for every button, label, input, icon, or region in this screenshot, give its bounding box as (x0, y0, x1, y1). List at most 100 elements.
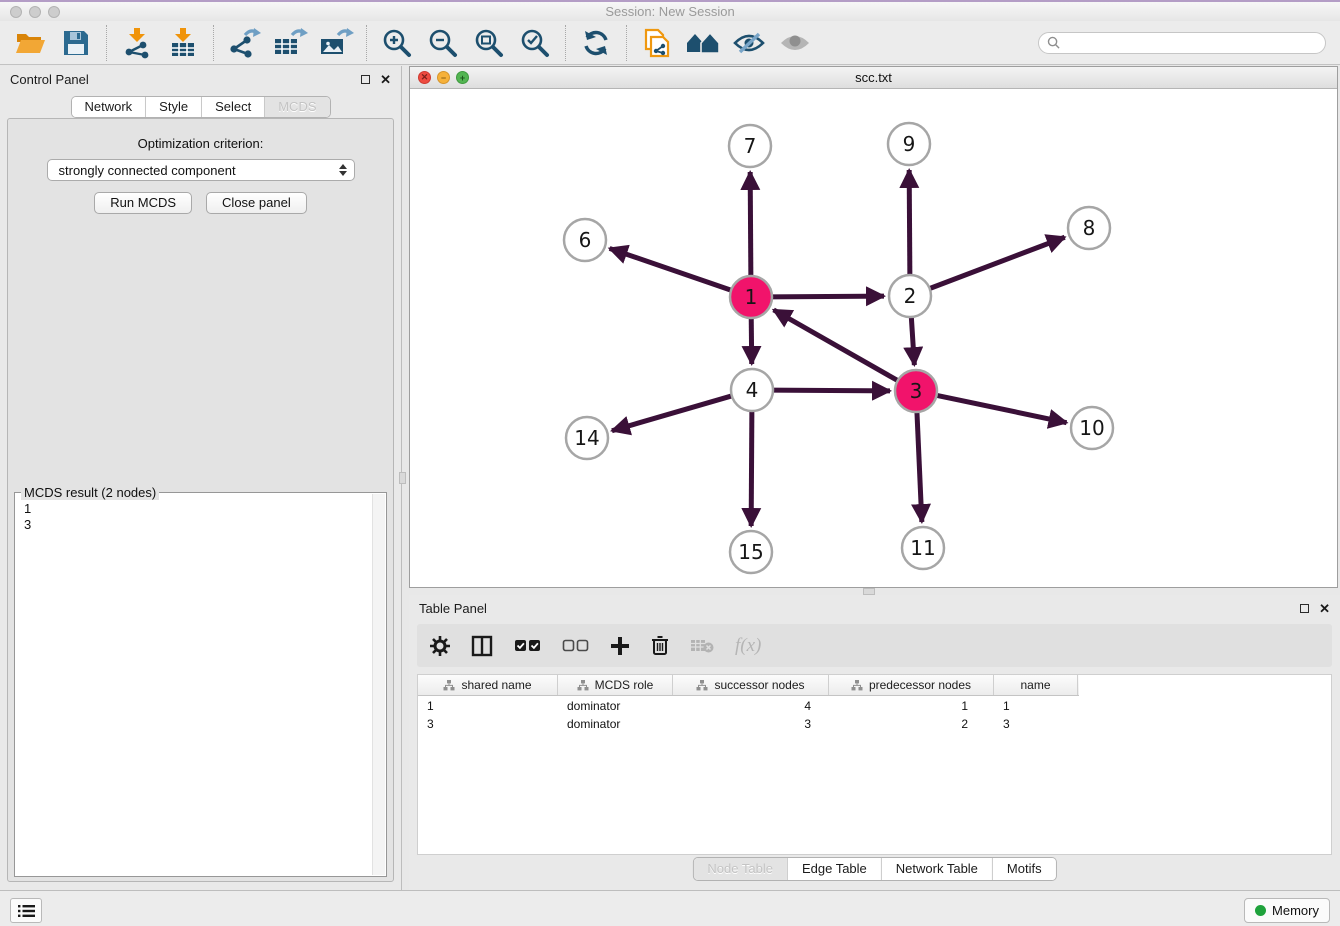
float-panel-icon[interactable] (361, 75, 370, 84)
graph-node-6[interactable]: 6 (564, 219, 606, 261)
main-toolbar (0, 21, 1340, 65)
network-window-titlebar[interactable]: ✕ − + scc.txt (410, 67, 1337, 89)
memory-button[interactable]: Memory (1244, 898, 1330, 923)
zoom-fit-icon[interactable] (471, 26, 507, 60)
graph-node-14[interactable]: 14 (566, 417, 608, 459)
search-input[interactable] (1065, 35, 1317, 51)
search-box[interactable] (1038, 32, 1326, 54)
node-label-14: 14 (574, 426, 599, 450)
tab-node-table[interactable]: Node Table (693, 858, 787, 880)
float-table-panel-icon[interactable] (1300, 604, 1309, 613)
edge-3-1[interactable] (774, 310, 900, 382)
edge-2-3[interactable] (911, 315, 914, 365)
import-table-icon[interactable] (165, 26, 201, 60)
edge-1-7[interactable] (750, 172, 751, 278)
close-panel-button[interactable]: Close panel (206, 192, 307, 214)
trash-icon[interactable] (651, 635, 669, 656)
graph-node-4[interactable]: 4 (731, 369, 773, 411)
tab-mcds[interactable]: MCDS (264, 97, 329, 117)
copy-network-icon[interactable] (639, 26, 675, 60)
graph-node-8[interactable]: 8 (1068, 207, 1110, 249)
save-session-icon[interactable] (58, 26, 94, 60)
export-table-icon[interactable] (272, 26, 308, 60)
node-label-9: 9 (903, 132, 916, 156)
table-row[interactable]: 3 dominator 3 2 3 (418, 716, 1331, 732)
edge-1-6[interactable] (610, 248, 733, 290)
show-eye-icon (777, 26, 813, 60)
split-columns-icon[interactable] (471, 635, 493, 657)
houses-icon[interactable] (685, 26, 721, 60)
close-view-icon[interactable]: ✕ (418, 71, 431, 84)
table-panel: Table Panel ✕ f(x) (409, 595, 1340, 890)
close-window-icon[interactable] (10, 6, 22, 18)
edge-4-14[interactable] (612, 395, 734, 430)
refresh-network-icon[interactable] (578, 26, 614, 60)
vertical-splitter-handle[interactable] (399, 472, 406, 484)
edge-2-8[interactable] (928, 237, 1065, 289)
tab-network-table[interactable]: Network Table (881, 858, 992, 880)
graph-node-15[interactable]: 15 (730, 531, 772, 573)
close-table-panel-icon[interactable]: ✕ (1319, 604, 1330, 613)
edge-4-3[interactable] (771, 390, 890, 391)
run-mcds-button[interactable]: Run MCDS (94, 192, 192, 214)
zoom-out-icon[interactable] (425, 26, 461, 60)
table-row[interactable]: 1 dominator 4 1 1 (418, 698, 1331, 714)
edge-3-11[interactable] (917, 410, 922, 522)
edge-4-15[interactable] (751, 409, 752, 526)
graph-node-10[interactable]: 10 (1071, 407, 1113, 449)
table-panel-title: Table Panel (419, 601, 487, 616)
mcds-result-box[interactable]: MCDS result (2 nodes) 1 3 (14, 492, 387, 877)
window-traffic-lights[interactable] (10, 6, 60, 18)
zoom-in-icon[interactable] (379, 26, 415, 60)
tab-edge-table[interactable]: Edge Table (787, 858, 881, 880)
cell-shared-name: 3 (418, 717, 558, 731)
edge-1-4[interactable] (751, 316, 752, 364)
graph-node-2[interactable]: 2 (889, 275, 931, 317)
maximize-view-icon[interactable]: + (456, 71, 469, 84)
cell-name: 3 (994, 717, 1078, 731)
column-header-shared-name[interactable]: shared name (418, 675, 558, 695)
export-image-icon[interactable] (318, 26, 354, 60)
tab-select[interactable]: Select (201, 97, 264, 117)
edge-3-10[interactable] (935, 395, 1067, 423)
edge-1-2[interactable] (770, 296, 884, 297)
tab-motifs[interactable]: Motifs (992, 858, 1056, 880)
app-titlebar: Session: New Session (0, 0, 1340, 22)
export-network-icon[interactable] (226, 26, 262, 60)
minimize-view-icon[interactable]: − (437, 71, 450, 84)
hide-eye-icon[interactable] (731, 26, 767, 60)
tab-network[interactable]: Network (71, 97, 145, 117)
close-panel-icon[interactable]: ✕ (380, 75, 391, 84)
maximize-window-icon[interactable] (48, 6, 60, 18)
status-bar: Memory (0, 890, 1340, 926)
cell-predecessor-nodes: 1 (829, 699, 994, 713)
graph-node-7[interactable]: 7 (729, 125, 771, 167)
node-label-11: 11 (910, 536, 935, 560)
open-file-icon[interactable] (12, 26, 48, 60)
tab-style[interactable]: Style (145, 97, 201, 117)
graph-node-3[interactable]: 3 (895, 370, 937, 412)
edge-2-9[interactable] (909, 170, 910, 277)
hide-columns-icon[interactable] (562, 639, 589, 652)
gear-icon[interactable] (430, 636, 450, 656)
graph-node-9[interactable]: 9 (888, 123, 930, 165)
horizontal-splitter-handle[interactable] (863, 588, 875, 595)
task-history-button[interactable] (10, 898, 42, 923)
column-header-mcds-role[interactable]: MCDS role (558, 675, 673, 695)
column-header-name[interactable]: name (994, 675, 1078, 695)
column-header-predecessor-nodes[interactable]: predecessor nodes (829, 675, 994, 695)
add-column-icon[interactable] (610, 636, 630, 656)
minimize-window-icon[interactable] (29, 6, 41, 18)
network-canvas[interactable]: 7 9 6 8 1 2 4 3 14 10 15 11 (410, 88, 1337, 587)
graph-node-11[interactable]: 11 (902, 527, 944, 569)
import-network-icon[interactable] (119, 26, 155, 60)
mcds-result-line: 1 (24, 501, 377, 517)
zoom-selected-icon[interactable] (517, 26, 553, 60)
optimization-criterion-select[interactable]: strongly connected component (47, 159, 355, 181)
cell-name: 1 (994, 699, 1078, 713)
network-view-window: ✕ − + scc.txt 7 9 6 8 1 2 4 3 14 10 15 11 (409, 66, 1338, 588)
column-header-successor-nodes[interactable]: successor nodes (673, 675, 829, 695)
graph-node-1[interactable]: 1 (730, 276, 772, 318)
show-columns-icon[interactable] (514, 639, 541, 652)
result-scrollbar[interactable] (372, 494, 385, 875)
